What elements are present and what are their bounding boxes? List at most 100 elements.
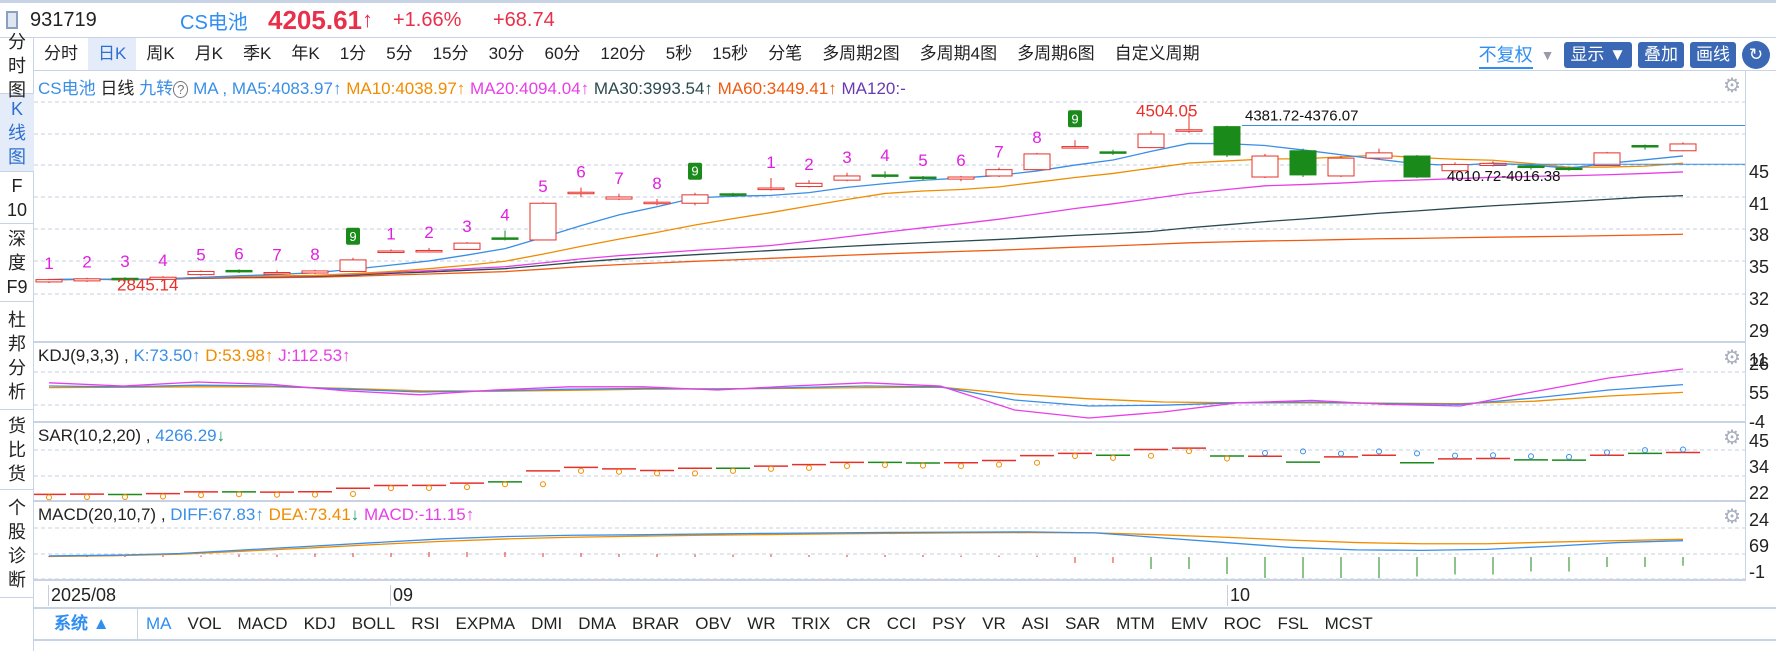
period-tab[interactable]: 1分	[330, 38, 376, 70]
indicator-tab[interactable]: PSY	[924, 614, 974, 634]
indicator-tab[interactable]: MTM	[1108, 614, 1163, 634]
date-label: 2025/08	[48, 585, 116, 606]
settings-gear-icon[interactable]: ⚙	[1723, 425, 1741, 450]
indicator-tab[interactable]: BRAR	[624, 614, 687, 634]
period-tab[interactable]: 15分	[423, 38, 479, 70]
period-tab[interactable]: 分笔	[758, 38, 812, 70]
indicator-tab[interactable]: KDJ	[296, 614, 344, 634]
sidebar-item-label: 比	[8, 439, 26, 460]
candle-body	[529, 202, 557, 241]
sar-dot	[1604, 449, 1610, 456]
display-button[interactable]: 显示 ▼	[1564, 42, 1632, 68]
sar-dot	[1148, 452, 1154, 459]
kdj-panel[interactable]: KDJ(9,3,3) , K:73.50↑ D:53.98↑ J:112.53↑…	[34, 343, 1745, 423]
indicator-tab[interactable]: ROC	[1216, 614, 1270, 634]
axis-tick-label: 35	[1749, 257, 1770, 277]
sidebar-item-3[interactable]: 深度 F9	[0, 224, 34, 302]
period-tab[interactable]: 120分	[590, 38, 655, 70]
indicator-tab[interactable]: OBV	[687, 614, 739, 634]
panel-toggle-checkbox[interactable]	[6, 11, 18, 29]
sidebar-item-4[interactable]: 杜邦分析	[0, 302, 34, 410]
period-tab[interactable]: 30分	[479, 38, 535, 70]
candle-body	[871, 174, 899, 177]
sidebar-item-label: 邦	[8, 333, 26, 354]
overlay-button[interactable]: 叠加	[1638, 42, 1684, 68]
hline-annotation: 4381.72-4376.07	[1245, 107, 1358, 124]
indicator-tab[interactable]: WR	[739, 614, 783, 634]
sidebar-item-6[interactable]: 个股诊断	[0, 490, 34, 598]
period-tab[interactable]: 多周期2图	[812, 38, 909, 70]
period-tab[interactable]: 分时	[34, 38, 88, 70]
kdj-j: J:112.53↑	[278, 346, 351, 365]
indicator-tab[interactable]: VR	[974, 614, 1014, 634]
indicator-tab[interactable]: MACD	[230, 614, 296, 634]
sidebar-item-label: 诊	[8, 545, 26, 566]
indicator-tab[interactable]: MCST	[1317, 614, 1381, 634]
sar-dot	[1338, 450, 1344, 457]
candle-body	[1631, 145, 1659, 148]
change-percent: +1.66%	[392, 8, 462, 31]
indicator-tab[interactable]: DMA	[570, 614, 624, 634]
period-tab[interactable]: 5秒	[656, 38, 702, 70]
sidebar-item-0[interactable]: 分时图	[0, 32, 34, 100]
indicator-tab[interactable]: ASI	[1014, 614, 1057, 634]
indicator-tab[interactable]: VOL	[180, 614, 230, 634]
sidebar-item-2[interactable]: F 10	[0, 172, 34, 224]
period-tab[interactable]: 月K	[185, 38, 233, 70]
indicator-tab[interactable]: CCI	[879, 614, 924, 634]
draw-line-button[interactable]: 画线	[1690, 42, 1736, 68]
indicator-tab[interactable]: CR	[838, 614, 879, 634]
display-label: 显示	[1570, 45, 1605, 64]
period-tab[interactable]: 周K	[136, 38, 184, 70]
sar-dot	[654, 470, 660, 477]
indicator-tab[interactable]: FSL	[1269, 614, 1316, 634]
nine-turn-label: 6	[956, 151, 965, 170]
period-tab[interactable]: 15秒	[702, 38, 758, 70]
refresh-icon[interactable]: ↻	[1742, 41, 1770, 69]
indicator-tab[interactable]: SAR	[1057, 614, 1108, 634]
sar-chart	[34, 446, 1745, 502]
indicator-tab[interactable]: EMV	[1163, 614, 1216, 634]
nine-turn-label: 2	[804, 155, 813, 174]
sar-panel[interactable]: SAR(10,2,20) , 4266.29↓ ⚙	[34, 423, 1745, 502]
period-tab[interactable]: 自定义周期	[1105, 38, 1210, 70]
kline-panel[interactable]: CS电池 日线 九转? MA , MA5:4083.97↑ MA10:4038.…	[34, 71, 1745, 343]
settings-gear-icon[interactable]: ⚙	[1723, 345, 1741, 370]
period-tab[interactable]: 60分	[535, 38, 591, 70]
axis-tick-label: 45	[1749, 162, 1770, 182]
indicator-tab[interactable]: DMI	[523, 614, 570, 634]
indicator-tab[interactable]: TRIX	[784, 614, 839, 634]
period-tab[interactable]: 多周期6图	[1007, 38, 1104, 70]
ma60-line	[48, 233, 1684, 281]
stock-name: CS电池	[180, 11, 248, 34]
axis-tick-label: 11	[1749, 350, 1768, 370]
down-arrow-icon: ↓	[216, 426, 226, 445]
candle-body	[1327, 157, 1355, 177]
candle-body	[909, 176, 937, 180]
fuquan-dropdown[interactable]: 不复权	[1478, 41, 1533, 69]
sidebar-item-label: 个	[8, 497, 26, 518]
dropdown-arrow-icon[interactable]: ▼	[1541, 47, 1555, 63]
macd-panel[interactable]: MACD(20,10,7) , DIFF:67.83↑ DEA:73.41↓ M…	[34, 502, 1745, 581]
down-arrow-icon: ↓	[350, 505, 360, 524]
candle-body	[605, 196, 633, 200]
system-tab[interactable]: 系统 ▲	[34, 609, 138, 639]
sidebar-item-1[interactable]: K线图	[0, 94, 34, 172]
indicator-tab[interactable]: BOLL	[344, 614, 403, 634]
indicator-tab[interactable]: EXPMA	[448, 614, 524, 634]
candle-body	[1403, 155, 1431, 178]
macd-legend: MACD(20,10,7) , DIFF:67.83↑ DEA:73.41↓ M…	[38, 505, 474, 525]
candle-body	[73, 278, 101, 282]
sidebar-item-5[interactable]: 货比货	[0, 410, 34, 490]
period-tab[interactable]: 季K	[233, 38, 281, 70]
candle-body	[833, 175, 861, 181]
settings-gear-icon[interactable]: ⚙	[1723, 504, 1741, 529]
period-tab[interactable]: 5分	[376, 38, 422, 70]
period-tab[interactable]: 日K	[88, 38, 137, 70]
indicator-tab[interactable]: RSI	[403, 614, 447, 634]
period-tab[interactable]: 年K	[281, 38, 329, 70]
sidebar-item-label: 股	[8, 521, 26, 542]
indicator-tab[interactable]: MA	[138, 614, 180, 634]
period-tab[interactable]: 多周期4图	[910, 38, 1007, 70]
sar-dot	[84, 494, 90, 501]
